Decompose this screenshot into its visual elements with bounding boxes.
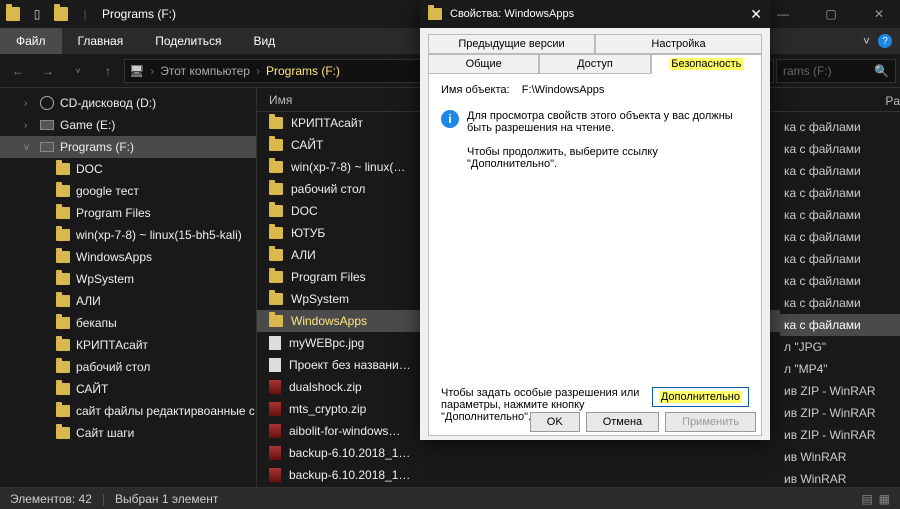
status-selection: Выбран 1 элемент [115, 492, 218, 506]
minimize-button[interactable]: — [768, 7, 798, 21]
permission-message: Для просмотра свойств этого объекта у ва… [467, 110, 749, 134]
tab-home[interactable]: Главная [62, 28, 140, 54]
search-placeholder: rams (F:) [783, 64, 832, 78]
properties-icon[interactable]: ▯ [30, 7, 44, 21]
type-cell: ив ZIP - WinRAR [780, 402, 900, 424]
qat-divider: | [78, 7, 92, 21]
search-icon: 🔍 [874, 64, 889, 78]
status-bar: Элементов: 42 | Выбран 1 элемент ▤ ▦ [0, 487, 900, 509]
type-cell: ка с файлами [780, 116, 900, 138]
tree-item[interactable]: ›Game (E:) [0, 114, 256, 136]
apply-button[interactable]: Применить [665, 412, 756, 432]
tree-item[interactable]: vPrograms (F:) [0, 136, 256, 158]
type-cell: л "JPG" [780, 336, 900, 358]
breadcrumb-root[interactable]: Этот компьютер [160, 64, 250, 78]
folder-icon [6, 7, 20, 21]
pc-icon: 🖥 [129, 64, 144, 78]
dialog-title: Свойства: WindowsApps [450, 8, 574, 20]
info-icon: i [441, 110, 459, 128]
tab-share[interactable]: Поделиться [139, 28, 237, 54]
type-cell: ка с файлами [780, 270, 900, 292]
continue-message: Чтобы продолжить, выберите ссылку "Допол… [467, 146, 749, 170]
ribbon-expand-icon[interactable]: ˅ [855, 34, 878, 48]
tab-security[interactable]: Безопасность [651, 54, 762, 74]
security-tab-body: Имя объекта: F:\WindowsApps i Для просмо… [428, 74, 762, 436]
type-cell: л "MP4" [780, 358, 900, 380]
type-column: Pa ка с файламика с файламика с файламик… [780, 90, 900, 490]
tree-item[interactable]: сайт файлы редактирвоанные с [0, 400, 256, 422]
type-cell: ка с файлами [780, 204, 900, 226]
search-input[interactable]: rams (F:) 🔍 [776, 59, 896, 83]
up-button[interactable]: ↑ [94, 58, 122, 84]
type-cell: ив ZIP - WinRAR [780, 424, 900, 446]
maximize-button[interactable]: ▢ [816, 7, 846, 21]
help-icon[interactable]: ? [878, 34, 892, 48]
object-name-value: F:\WindowsApps [522, 84, 605, 96]
tab-file[interactable]: Файл [0, 28, 62, 54]
advanced-button[interactable]: Дополнительно [652, 387, 749, 407]
object-name-label: Имя объекта: [441, 84, 510, 96]
tab-previous-versions[interactable]: Предыдущие версии [428, 34, 595, 54]
properties-dialog: Свойства: WindowsApps ✕ Предыдущие верси… [420, 0, 770, 440]
back-button[interactable]: ← [4, 58, 32, 84]
tree-item[interactable]: КРИПТАсайт [0, 334, 256, 356]
tree-item[interactable]: Сайт шаги [0, 422, 256, 444]
view-details-icon[interactable]: ▤ [861, 492, 872, 506]
tab-sharing[interactable]: Доступ [539, 54, 650, 74]
dialog-folder-icon [428, 8, 442, 20]
close-button[interactable]: ✕ [864, 7, 894, 21]
type-cell: ка с файлами [780, 138, 900, 160]
type-cell: ка с файлами [780, 314, 900, 336]
breadcrumb-current[interactable]: Programs (F:) [266, 64, 340, 78]
nav-tree[interactable]: ›CD-дисковод (D:)›Game (E:)vPrograms (F:… [0, 88, 257, 488]
tree-item[interactable]: WpSystem [0, 268, 256, 290]
type-cell: ив ZIP - WinRAR [780, 380, 900, 402]
type-cell: ка с файлами [780, 160, 900, 182]
tree-item[interactable]: АЛИ [0, 290, 256, 312]
tree-item[interactable]: win(xp-7-8) ~ linux(15-bh5-kali) [0, 224, 256, 246]
qat-folder-icon[interactable] [54, 7, 68, 21]
tree-item[interactable]: бекапы [0, 312, 256, 334]
tab-view[interactable]: Вид [237, 28, 291, 54]
cancel-button[interactable]: Отмена [586, 412, 659, 432]
column-type-label[interactable]: Pa [885, 94, 900, 108]
dialog-title-bar[interactable]: Свойства: WindowsApps ✕ [420, 0, 770, 28]
status-count: Элементов: 42 [10, 492, 92, 506]
type-cell: ка с файлами [780, 226, 900, 248]
type-cell: ив WinRAR [780, 446, 900, 468]
dialog-close-button[interactable]: ✕ [750, 6, 762, 23]
tab-general[interactable]: Общие [428, 54, 539, 74]
type-cell: ка с файлами [780, 248, 900, 270]
tab-customize[interactable]: Настройка [595, 34, 762, 54]
tree-item[interactable]: САЙТ [0, 378, 256, 400]
type-cell: ка с файлами [780, 182, 900, 204]
tree-item[interactable]: Program Files [0, 202, 256, 224]
tree-item[interactable]: DOC [0, 158, 256, 180]
tree-item[interactable]: google тест [0, 180, 256, 202]
history-button[interactable]: ˅ [64, 58, 92, 84]
ok-button[interactable]: OK [530, 412, 580, 432]
forward-button[interactable]: → [34, 58, 62, 84]
window-title: Programs (F:) [102, 7, 176, 21]
tree-item[interactable]: рабочий стол [0, 356, 256, 378]
type-cell: ка с файлами [780, 292, 900, 314]
tree-item[interactable]: ›CD-дисковод (D:) [0, 92, 256, 114]
view-grid-icon[interactable]: ▦ [879, 492, 890, 506]
tree-item[interactable]: WindowsApps [0, 246, 256, 268]
